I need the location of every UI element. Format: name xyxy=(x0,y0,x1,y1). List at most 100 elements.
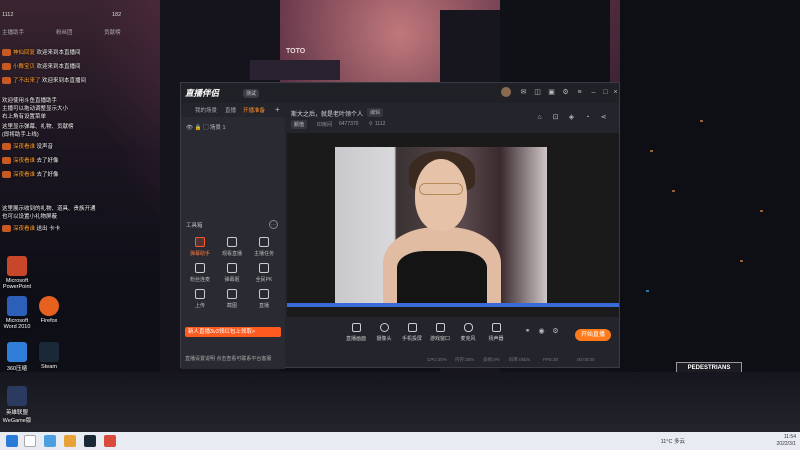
pk-icon xyxy=(259,263,269,273)
chat-message: 深夜看谁 去了好像 xyxy=(2,170,59,179)
game-window-button[interactable]: 游戏窗口 xyxy=(427,323,453,342)
badge-icon xyxy=(2,225,11,233)
gift-box-icon[interactable]: ◈ xyxy=(567,113,576,122)
minimize-icon[interactable]: – xyxy=(589,88,598,97)
version-badge: 测试 xyxy=(243,89,260,98)
chat-message: 这里展示收到的礼物、道具、贵族开通 xyxy=(2,206,96,212)
gear-icon[interactable]: ⚙ xyxy=(551,327,560,336)
lock-icon[interactable]: ⊡ xyxy=(551,113,560,122)
tool-danmaku[interactable]: 弹幕助手 xyxy=(185,237,215,257)
desktop-icon-word[interactable]: Microsoft Word 2010 xyxy=(0,296,34,330)
viewer-count: 1112 xyxy=(2,12,14,18)
edit-title-button[interactable]: 编辑 xyxy=(367,108,384,117)
bell-icon[interactable]: ◔ xyxy=(583,113,592,122)
chat-message: 深夜看谁 送出 卡卡 xyxy=(2,224,60,233)
desktop-icon-steam[interactable]: Steam xyxy=(32,342,66,370)
viewer-icon: ⚲ xyxy=(369,121,373,127)
menu-icon[interactable]: ≡ xyxy=(575,88,584,97)
desktop-icon-firefox[interactable]: Firefox xyxy=(32,296,66,324)
microphone-icon xyxy=(463,323,473,332)
stream-preview[interactable] xyxy=(287,133,619,317)
chat-tab-fans[interactable]: 粉丝团 xyxy=(56,28,73,36)
desktop-icon-360zip[interactable]: 360压缩 xyxy=(0,342,34,372)
edge-icon[interactable] xyxy=(44,435,56,447)
upload-icon xyxy=(195,289,205,299)
eye-icon[interactable]: ◉ xyxy=(537,327,546,336)
camera-icon xyxy=(379,323,389,332)
app-logo: 直播伴侣 xyxy=(185,88,220,98)
car-icon xyxy=(259,289,269,299)
status-line: CPU:20% 内存:35% 丢帧:0% 码率:0kb/s FPS:30 00:… xyxy=(287,355,619,365)
toolbox-title: 工具箱 xyxy=(186,223,203,229)
close-icon[interactable]: × xyxy=(611,88,620,97)
room-title: 斯大之后，就是老叶领个人 xyxy=(291,112,364,118)
status-dropped: 丢帧:0% xyxy=(483,357,500,362)
like-count: 182 xyxy=(112,12,122,18)
steam-icon[interactable] xyxy=(84,435,96,447)
tool-upload[interactable]: 上传 xyxy=(185,289,215,309)
scene-row[interactable]: 👁 🔒 ▢ 场景 1 xyxy=(186,123,226,131)
tool-link-mic[interactable]: 粉丝连麦 xyxy=(185,263,215,283)
shop-icon[interactable]: ⌂ xyxy=(535,113,544,122)
monitor-icon xyxy=(351,323,361,332)
tool-watch[interactable]: 观看直播 xyxy=(217,237,247,257)
settings-icon[interactable]: ⚙ xyxy=(561,88,570,97)
badge-icon xyxy=(2,63,11,71)
status-bitrate: 码率:0kb/s xyxy=(509,357,531,362)
chat-message: 欢迎使用斗鱼直播助手 xyxy=(2,98,58,104)
room-id: 6477370 xyxy=(339,121,359,127)
app-icon[interactable] xyxy=(104,435,116,447)
word-icon xyxy=(7,296,27,316)
avatar[interactable] xyxy=(501,87,511,97)
bag-icon[interactable]: ▣ xyxy=(547,88,556,97)
chat-message: 小舞宝贝 欢迎来到本直播间 xyxy=(2,62,81,71)
search-icon[interactable] xyxy=(24,435,36,447)
live-companion-icon[interactable] xyxy=(64,435,76,447)
category-badge[interactable]: 颜值 xyxy=(291,120,308,129)
phone-cast-button[interactable]: 手机投屏 xyxy=(399,323,425,342)
desktop-icon-powerpoint[interactable]: Microsoft PowerPoint xyxy=(0,256,34,290)
tool-pk[interactable]: 全民PK xyxy=(249,263,279,283)
chat-tab-ranking[interactable]: 贡献榜 xyxy=(104,28,121,36)
add-scene-icon[interactable]: + xyxy=(275,105,280,114)
room-id-label: ID房间 xyxy=(317,122,333,128)
clock[interactable]: 11:54 2022/3/1 xyxy=(777,434,796,448)
tool-screenshot[interactable]: 截图 xyxy=(217,289,247,309)
speaker-button[interactable]: 扬声器 xyxy=(483,323,509,342)
link-icon xyxy=(195,263,205,273)
tab-my-scenes[interactable]: 我的场景 xyxy=(195,106,217,114)
room-header: 斯大之后，就是老叶领个人 编辑 颜值 ID房间 6477370 ⚲ 1112 ⌂… xyxy=(287,103,619,137)
link-icon[interactable]: ⚭ xyxy=(523,327,532,336)
share-icon[interactable]: ⋖ xyxy=(599,113,608,122)
camera-button[interactable]: 摄像头 xyxy=(371,323,397,342)
desktop-icon-lol[interactable]: 英雄联盟 WeGame版 xyxy=(0,386,34,424)
tab-live[interactable]: 直播 xyxy=(225,106,236,114)
tab-prepare[interactable]: 开播准备 xyxy=(243,106,265,114)
window-icon xyxy=(435,323,445,332)
promo-banner[interactable]: 新人直播3v3领红包上领取> xyxy=(185,327,281,337)
tool-task[interactable]: 主播任务 xyxy=(249,237,279,257)
title-bar: 直播伴侣 测试 ✉ ◫ ▣ ⚙ ≡ – □ × xyxy=(181,83,619,103)
screen-capture-button[interactable]: 直播画面 xyxy=(343,323,369,342)
mail-icon[interactable]: ✉ xyxy=(519,88,528,97)
more-icon[interactable]: … xyxy=(269,220,278,229)
game-icon xyxy=(7,386,27,406)
badge-icon xyxy=(2,49,11,57)
microphone-button[interactable]: 麦克风 xyxy=(455,323,481,342)
weather[interactable]: 11°C 多云 xyxy=(661,437,685,445)
image-icon xyxy=(227,289,237,299)
badge-icon xyxy=(2,77,11,85)
start-icon[interactable] xyxy=(6,435,18,447)
status-fps: FPS:30 xyxy=(543,357,559,362)
tool-live[interactable]: 直播 xyxy=(249,289,279,309)
maximize-icon[interactable]: □ xyxy=(601,88,610,97)
gift-icon[interactable]: ◫ xyxy=(533,88,542,97)
clock-date: 2022/3/1 xyxy=(776,441,796,447)
chat-tab-assistant[interactable]: 主播助手 xyxy=(2,28,24,36)
live-chat-overlay: 1112 182 主播助手 粉丝团 贡献榜 神仙回复 欢迎来到本直播间 小舞宝贝… xyxy=(0,0,170,240)
badge-icon xyxy=(2,171,11,179)
chat-message: 右上角有设置菜单 xyxy=(2,114,47,120)
go-live-button[interactable]: 开始直播 xyxy=(575,329,611,341)
tool-danmaku-girl[interactable]: 弹幕姬 xyxy=(217,263,247,283)
live-companion-window: 直播伴侣 测试 ✉ ◫ ▣ ⚙ ≡ – □ × 我的场景 直播 开播准备 + 👁… xyxy=(180,82,620,369)
